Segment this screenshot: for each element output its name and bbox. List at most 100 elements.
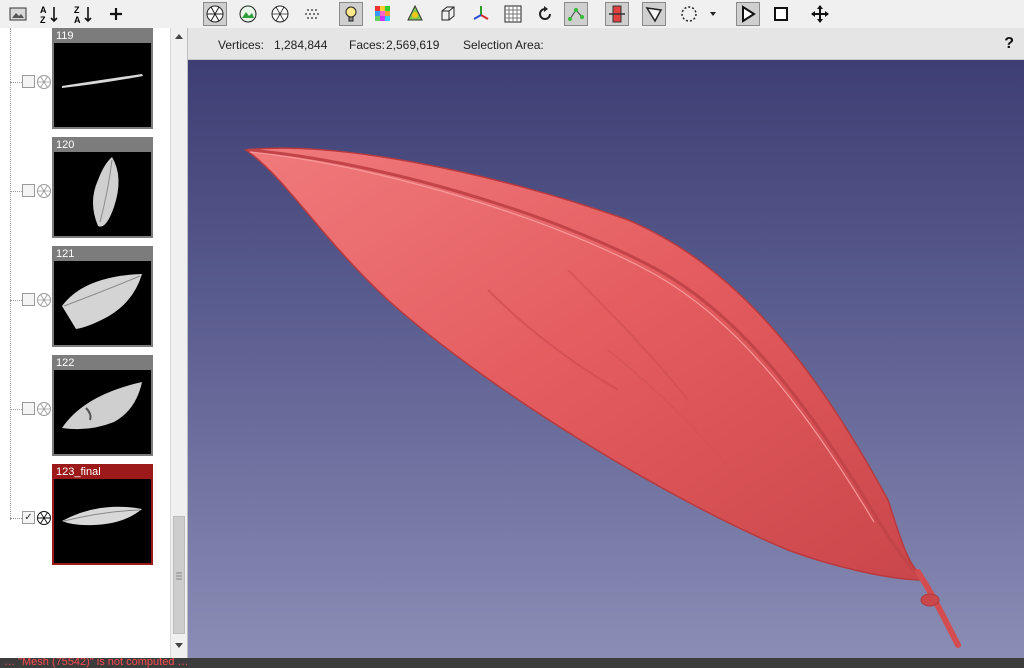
play-icon (742, 5, 756, 23)
layer-thumbnail[interactable]: 120 (52, 137, 153, 238)
move-icon (811, 5, 829, 23)
status-bar: … "Mesh (75542)" is not computed … (0, 658, 1024, 668)
vertex-color-icon (407, 4, 423, 21)
bounding-box-icon (441, 6, 455, 21)
rotate-button[interactable] (533, 2, 557, 26)
color-grid-icon (375, 6, 390, 21)
svg-text:Z: Z (40, 15, 46, 24)
add-icon (110, 8, 122, 20)
points-icon (305, 9, 319, 19)
sort-ascending-icon: AZ (40, 5, 58, 24)
layer-item[interactable]: 121 (10, 246, 155, 348)
mesh-icon (37, 402, 51, 416)
show-all-icon (206, 5, 224, 23)
scroll-down-button[interactable] (171, 638, 187, 654)
layer-panel: 119 120 121 122 ✓ 123_final (0, 28, 188, 658)
layer-name: 120 (54, 139, 151, 152)
layer-preview (62, 506, 142, 526)
layer-visibility-checkbox[interactable]: ✓ (22, 511, 35, 524)
play-button[interactable] (736, 2, 760, 26)
stop-icon (774, 7, 788, 21)
snapshot-icon (239, 5, 257, 23)
faces-label: Faces: (349, 38, 386, 52)
pick-points-icon (568, 8, 584, 21)
grip-icon (176, 572, 182, 580)
layer-visibility-checkbox[interactable] (22, 75, 35, 88)
image-button[interactable] (6, 2, 30, 26)
selection-area-label: Selection Area: (463, 38, 544, 52)
light-button[interactable] (339, 2, 363, 26)
texture-button[interactable] (501, 2, 525, 26)
faces-value: 2,569,619 (386, 38, 440, 52)
layer-name: 119 (54, 30, 151, 43)
selection-dropdown-button[interactable] (705, 2, 721, 26)
layer-panel-scrollbar[interactable] (170, 28, 187, 658)
chevron-up-icon (175, 34, 183, 39)
color-grid-button[interactable] (371, 2, 395, 26)
3d-viewport[interactable]: Vertices: 1,284,844 Faces: 2,569,619 Sel… (188, 28, 1024, 658)
circle-select-icon (681, 6, 697, 22)
axes-button[interactable] (469, 2, 493, 26)
chevron-down-icon (710, 12, 716, 16)
vertices-value: 1,284,844 (274, 38, 328, 52)
layer-item-active[interactable]: ✓ 123_final (10, 464, 155, 566)
layer-visibility-checkbox[interactable] (22, 184, 35, 197)
svg-text:A: A (40, 5, 47, 15)
align-icon (609, 5, 625, 23)
layer-preview (62, 274, 142, 329)
leaf-petiole (915, 569, 961, 648)
scroll-up-button[interactable] (171, 28, 187, 44)
move-button[interactable] (808, 2, 832, 26)
bounding-box-button[interactable] (436, 2, 460, 26)
status-message: … "Mesh (75542)" is not computed … (4, 658, 189, 668)
stop-button[interactable] (769, 2, 793, 26)
mesh-icon (271, 5, 289, 23)
layer-preview (93, 157, 119, 227)
axes-icon (473, 6, 489, 20)
layer-name: 123_final (54, 466, 151, 479)
layer-thumbnail[interactable]: 123_final (52, 464, 153, 565)
layer-thumbnail[interactable]: 119 (52, 28, 153, 129)
points-button[interactable] (301, 2, 325, 26)
texture-icon (504, 5, 522, 23)
select-faces-button[interactable] (642, 2, 666, 26)
mesh-info-bar: Vertices: 1,284,844 Faces: 2,569,619 Sel… (188, 28, 1024, 60)
vertex-color-button[interactable] (403, 2, 427, 26)
layer-name: 121 (54, 248, 151, 261)
mesh-icon (37, 184, 51, 198)
sort-descending-button[interactable]: ZA (72, 2, 96, 26)
leaf-mesh-model[interactable] (188, 60, 1024, 658)
layer-preview (62, 74, 143, 88)
rotate-icon (539, 6, 551, 20)
chevron-down-icon (175, 643, 183, 648)
pick-points-button[interactable] (564, 2, 588, 26)
mesh-icon (37, 511, 51, 525)
show-all-button[interactable] (203, 2, 227, 26)
layer-visibility-checkbox[interactable] (22, 402, 35, 415)
select-faces-icon (645, 7, 663, 23)
snapshot-button[interactable] (236, 2, 260, 26)
svg-text:Z: Z (74, 5, 80, 15)
layer-item[interactable]: 119 (10, 28, 155, 130)
circle-select-button[interactable] (677, 2, 701, 26)
help-button[interactable]: ? (1004, 35, 1014, 53)
svg-text:A: A (74, 15, 81, 24)
toolbar: AZ ZA (0, 0, 1024, 29)
align-button[interactable] (605, 2, 629, 26)
mesh-button[interactable] (268, 2, 292, 26)
add-layer-button[interactable] (104, 2, 128, 26)
mesh-icon (37, 75, 51, 89)
layer-preview (62, 382, 142, 430)
image-icon (9, 7, 27, 21)
mesh-icon (37, 293, 51, 307)
leaf-blade (243, 147, 925, 581)
layer-thumbnail[interactable]: 122 (52, 355, 153, 456)
scrollbar-thumb[interactable] (173, 516, 185, 634)
sort-ascending-button[interactable]: AZ (38, 2, 62, 26)
layer-item[interactable]: 120 (10, 137, 155, 239)
light-icon (345, 6, 357, 22)
layer-visibility-checkbox[interactable] (22, 293, 35, 306)
layer-item[interactable]: 122 (10, 355, 155, 457)
sort-descending-icon: ZA (74, 5, 92, 24)
layer-thumbnail[interactable]: 121 (52, 246, 153, 347)
